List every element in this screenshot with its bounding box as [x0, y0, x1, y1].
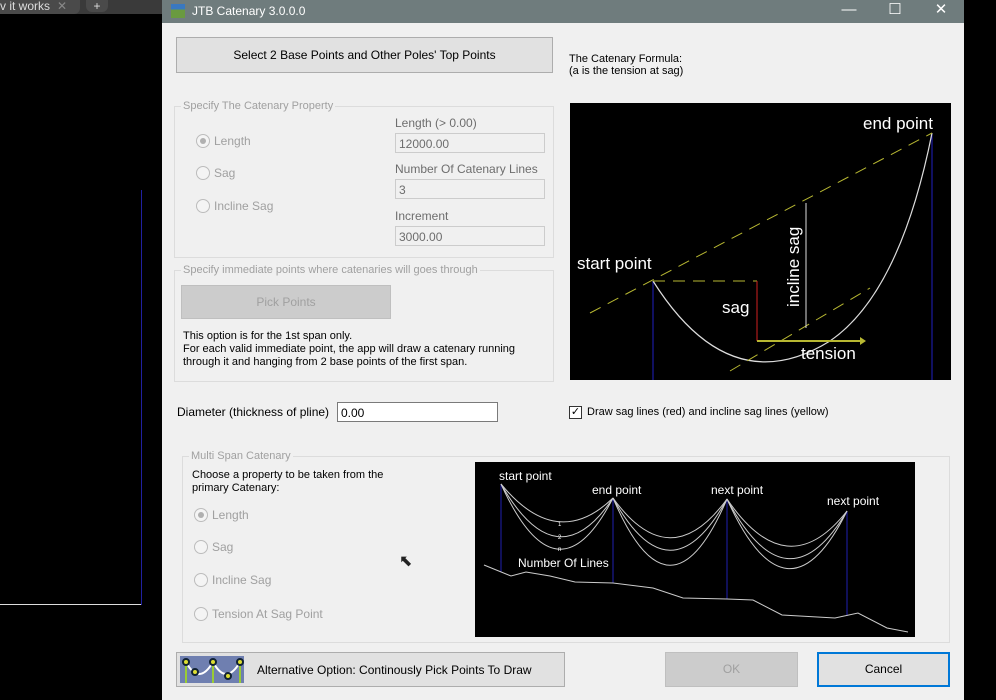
immediate-group-legend: Specify immediate points where catenarie… [183, 264, 478, 276]
browser-tab[interactable]: v it works ✕ [0, 0, 80, 14]
incline-sag-label: incline sag [784, 226, 803, 307]
radio-incline-sag[interactable]: Incline Sag [196, 199, 273, 213]
immediate-note: For each valid immediate point, the app … [183, 343, 516, 355]
draw-sag-label: Draw sag lines (red) and incline sag lin… [587, 406, 829, 418]
line-number-label: 1 [558, 522, 562, 528]
multi-radio-incline-sag[interactable]: Incline Sag [194, 573, 271, 587]
lines-label: Number Of Catenary Lines [395, 162, 538, 176]
line-number-label: n [558, 547, 562, 553]
catenary-dialog: JTB Catenary 3.0.0.0 — ☐ ✕ Select 2 Base… [162, 0, 964, 700]
multi-span-prompt: primary Catenary: [192, 482, 280, 494]
draw-sag-checkbox[interactable]: ✓ [569, 406, 582, 419]
tab-close-icon[interactable]: ✕ [57, 0, 67, 12]
diameter-label: Diameter (thickness of pline) [177, 405, 330, 419]
catenary-poles-icon [180, 656, 244, 683]
minimize-button[interactable]: — [826, 0, 872, 23]
immediate-note: through it and hanging from 2 base point… [183, 356, 468, 368]
end-point-label: end point [863, 114, 933, 133]
number-of-lines-label: Number Of Lines [518, 556, 609, 570]
multi-radio-sag[interactable]: Sag [194, 540, 233, 554]
length-label: Length (> 0.00) [395, 116, 477, 130]
alternative-option-button[interactable]: Alternative Option: Continously Pick Poi… [176, 652, 565, 687]
mouse-cursor-icon: ⬉ [399, 553, 413, 570]
tension-label: tension [801, 344, 856, 363]
multi-span-diagram: start point end point next point next po… [475, 462, 915, 637]
alternative-option-label: Alternative Option: Continously Pick Poi… [257, 663, 532, 677]
increment-label: Increment [395, 209, 449, 223]
multi-radio-tension[interactable]: Tension At Sag Point [194, 607, 323, 621]
immediate-note: This option is for the 1st span only. [183, 330, 353, 342]
browser-tabstrip: v it works ✕ + [0, 0, 162, 14]
ok-button[interactable]: OK [665, 652, 798, 687]
next-point-label: next point [827, 494, 880, 508]
property-group-legend: Specify The Catenary Property [183, 100, 334, 112]
start-point-label: start point [499, 469, 552, 483]
select-points-button[interactable]: Select 2 Base Points and Other Poles' To… [176, 37, 553, 73]
sag-label: sag [722, 298, 750, 317]
end-point-label: end point [592, 483, 642, 497]
multi-radio-length[interactable]: Length [194, 508, 249, 522]
radio-length[interactable]: Length [196, 134, 251, 148]
close-button[interactable]: ✕ [918, 0, 964, 23]
cad-line [141, 190, 142, 605]
length-input[interactable]: 12000.00 [395, 133, 545, 153]
multi-span-legend: Multi Span Catenary [191, 450, 291, 462]
catenary-formula-diagram: end point start point incline sag sag te… [570, 103, 951, 380]
cad-line [0, 604, 141, 605]
lines-input[interactable]: 3 [395, 179, 545, 199]
window-title: JTB Catenary 3.0.0.0 [192, 4, 306, 18]
title-bar: JTB Catenary 3.0.0.0 — ☐ ✕ [162, 0, 964, 23]
next-point-label: next point [711, 483, 764, 497]
cancel-button[interactable]: Cancel [817, 652, 950, 687]
app-icon [171, 4, 185, 18]
increment-input[interactable]: 3000.00 [395, 226, 545, 246]
tab-label: v it works [0, 0, 51, 13]
start-point-label: start point [577, 254, 652, 273]
new-tab-button[interactable]: + [86, 0, 108, 12]
line-number-label: 2 [558, 535, 562, 541]
maximize-button[interactable]: ☐ [872, 0, 918, 23]
pick-points-button[interactable]: Pick Points [181, 285, 391, 319]
multi-span-prompt: Choose a property to be taken from the [192, 469, 384, 481]
formula-note: (a is the tension at sag) [569, 65, 684, 77]
diameter-input[interactable]: 0.00 [337, 402, 498, 422]
formula-title: The Catenary Formula: [569, 53, 683, 65]
radio-sag[interactable]: Sag [196, 166, 235, 180]
